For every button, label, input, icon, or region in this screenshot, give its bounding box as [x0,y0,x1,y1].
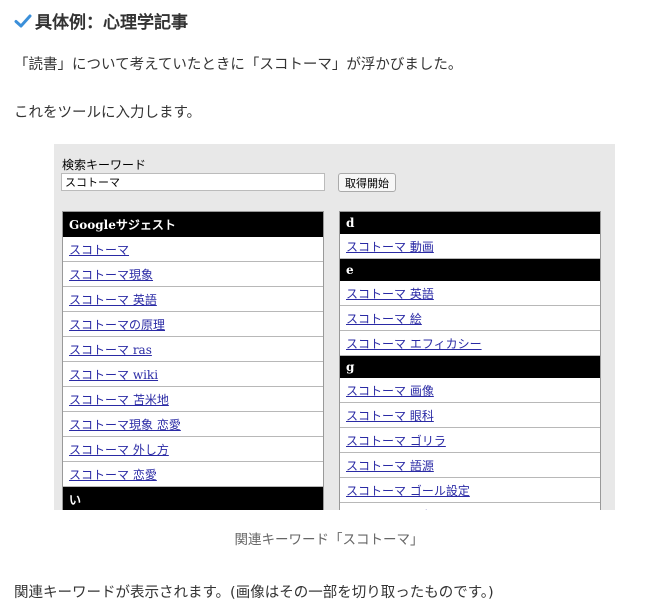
suggest-row: スコトーマ 語源 [340,453,600,478]
input-instruction-paragraph: これをツールに入力します。 [14,105,202,121]
suggest-row: スコトーマ ゴール設定 [340,478,600,503]
suggest-link[interactable]: スコトーマ 動画 [346,238,434,255]
suggest-link[interactable]: スコトーマ 絵 [346,310,422,327]
suggest-row: スコトーマの原理 [63,312,323,337]
suggest-link[interactable]: スコトーマ ras [69,341,152,358]
suggest-link[interactable]: スコトーマ 苫米地 [69,391,169,408]
image-caption: 関連キーワード「スコトーマ」 [234,532,424,548]
group-header: d [340,212,600,234]
result-paragraph: 関連キーワードが表示されます。(画像はその一部を切り取ったものです。) [14,585,494,601]
suggest-link[interactable]: スコトーマ 恋愛 [69,466,157,483]
suggest-row: スコトーマ 英語 [340,281,600,306]
suggest-row: スコトーマ 現象 [340,503,600,510]
suggest-link[interactable]: スコトーマ 語源 [346,457,434,474]
suggest-row: スコトーマ [63,237,323,262]
suggest-link[interactable]: スコトーマ現象 恋愛 [69,416,181,433]
suggest-row: スコトーマ現象 [63,262,323,287]
heading-text: 具体例：心理学記事 [35,13,188,33]
suggest-link[interactable]: スコトーマの原理 [69,316,165,333]
suggest-row: スコトーマ エフィカシー [340,331,600,356]
keyword-input[interactable] [61,173,325,191]
fetch-start-button[interactable]: 取得開始 [338,173,396,192]
suggest-row: スコトーマ 苫米地 [63,387,323,412]
column-header: Googleサジェスト [63,212,323,237]
group-header: g [340,356,600,378]
suggest-link[interactable]: スコトーマ wiki [69,366,158,383]
suggest-link[interactable]: スコトーマ 英語 [69,291,157,308]
suggest-column-left: Googleサジェスト スコトーマスコトーマ現象 スコトーマ 英語 スコトーマの原理… [62,211,324,510]
tool-screenshot: 検索キーワード 取得開始 Googleサジェスト スコトーマスコトーマ現象スコト… [54,144,615,510]
group-header: い [63,487,323,510]
keyword-label: 検索キーワード [62,158,147,172]
suggest-link[interactable]: スコトーマ 英語 [346,285,434,302]
suggest-column-right: d スコトーマ 動画 e スコトーマ 英語 スコトーマ 絵スコトーマ エフィカシー g スコ… [339,211,601,510]
suggest-row: スコトーマ wiki [63,362,323,387]
suggest-link[interactable]: スコトーマ 現象 [346,507,434,511]
suggest-link[interactable]: スコトーマ 外し方 [69,441,169,458]
suggest-row: スコトーマ ras [63,337,323,362]
group-header: e [340,259,600,281]
intro-paragraph: 「読書」について考えていたときに「スコトーマ」が浮かびました。 [14,57,463,73]
suggest-row: スコトーマ現象 恋愛 [63,412,323,437]
suggest-row: スコトーマ 絵 [340,306,600,331]
suggest-link[interactable]: スコトーマ エフィカシー [346,335,482,352]
suggest-row: スコトーマ 動画 [340,234,600,259]
suggest-link[interactable]: スコトーマ ゴリラ [346,432,446,449]
suggest-row: スコトーマ 画像 [340,378,600,403]
suggest-row: スコトーマ ゴリラ [340,428,600,453]
suggest-row: スコトーマ 恋愛 [63,462,323,487]
checkmark-icon [14,12,32,30]
suggest-row: スコトーマ 英語 [63,287,323,312]
suggest-link[interactable]: スコトーマ 眼科 [346,407,434,424]
suggest-link[interactable]: スコトーマ ゴール設定 [346,482,470,499]
suggest-row: スコトーマ 眼科 [340,403,600,428]
suggest-row: スコトーマ 外し方 [63,437,323,462]
suggest-link[interactable]: スコトーマ 画像 [346,382,434,399]
suggest-link[interactable]: スコトーマ現象 [69,266,153,283]
suggest-link[interactable]: スコトーマ [69,241,129,258]
section-heading: 具体例：心理学記事 [14,8,188,33]
